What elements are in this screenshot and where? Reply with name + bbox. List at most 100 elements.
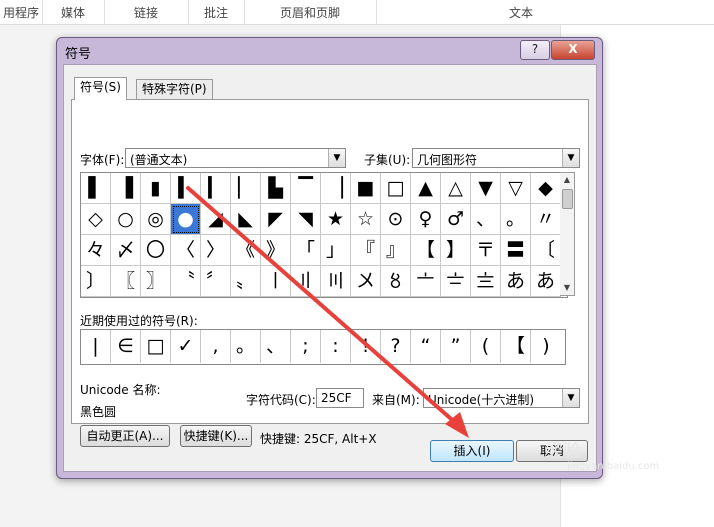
symbol-cell[interactable]: 『	[351, 235, 381, 266]
symbol-cell[interactable]: 《	[231, 235, 261, 266]
font-dropdown-icon[interactable]: ▼	[328, 149, 345, 167]
recent-symbol-cell[interactable]: )	[531, 330, 561, 363]
ribbon-group-text[interactable]: 文本	[376, 0, 666, 24]
symbol-cell[interactable]: 〖	[111, 266, 141, 297]
symbol-cell[interactable]: ▐	[111, 173, 141, 204]
symbol-cell[interactable]: 。	[501, 204, 531, 235]
recent-symbol-cell[interactable]: 【	[501, 330, 531, 363]
symbol-cell[interactable]: ●	[171, 204, 201, 235]
recent-symbol-cell[interactable]: ,	[201, 330, 231, 363]
symbol-cell[interactable]: 〧	[441, 266, 471, 297]
symbol-cell[interactable]: 〦	[411, 266, 441, 297]
symbol-grid-scrollbar[interactable]: ▲ ▼	[560, 172, 575, 296]
symbol-cell[interactable]: 】	[441, 235, 471, 266]
symbol-cell[interactable]: ◇	[81, 204, 111, 235]
symbol-cell[interactable]: △	[441, 173, 471, 204]
symbol-cell[interactable]: あ	[531, 266, 561, 297]
ribbon-group-links[interactable]: 链接	[104, 0, 189, 24]
symbol-cell[interactable]: 、	[471, 204, 501, 235]
recent-symbol-cell[interactable]: ”	[441, 330, 471, 363]
symbol-cell[interactable]: ◆	[531, 173, 561, 204]
symbol-cell[interactable]: 〥	[381, 266, 411, 297]
insert-button[interactable]: 插入(I)	[430, 440, 514, 462]
symbol-cell[interactable]: 〣	[321, 266, 351, 297]
symbol-cell[interactable]: 」	[321, 235, 351, 266]
subset-dropdown-icon[interactable]: ▼	[562, 149, 579, 167]
subset-select[interactable]: 几何图形符 ▼	[412, 148, 580, 168]
symbol-cell[interactable]: ◥	[291, 204, 321, 235]
symbol-cell[interactable]: ▌	[81, 173, 111, 204]
symbol-cell[interactable]: 〆	[111, 235, 141, 266]
symbol-cell[interactable]: 〡	[261, 266, 291, 297]
symbol-cell[interactable]: あ	[501, 266, 531, 297]
symbol-cell[interactable]: ▔	[291, 173, 321, 204]
recent-symbol-cell[interactable]: ✓	[171, 330, 201, 363]
ribbon-group-comments[interactable]: 批注	[188, 0, 245, 24]
symbol-cell[interactable]: ○	[111, 204, 141, 235]
recent-symbol-cell[interactable]: ?	[381, 330, 411, 363]
recent-symbol-cell[interactable]: |	[81, 330, 111, 363]
from-select[interactable]: Unicode(十六进制) ▼	[423, 388, 580, 408]
symbol-cell[interactable]: ◤	[261, 204, 291, 235]
symbol-cell[interactable]: ▕	[321, 173, 351, 204]
close-button[interactable]: X	[551, 40, 595, 60]
char-code-input[interactable]: 25CF	[316, 388, 364, 408]
recent-symbol-cell[interactable]: :	[321, 330, 351, 363]
symbol-cell[interactable]: ★	[321, 204, 351, 235]
symbol-cell[interactable]: ▲	[411, 173, 441, 204]
symbol-cell[interactable]: 〇	[141, 235, 171, 266]
scroll-thumb[interactable]	[562, 189, 573, 209]
recent-symbol-cell[interactable]: 、	[261, 330, 291, 363]
font-select[interactable]: (普通文本) ▼	[125, 148, 346, 168]
symbol-cell[interactable]: ▽	[501, 173, 531, 204]
scroll-up-icon[interactable]: ▲	[560, 173, 574, 187]
symbol-cell[interactable]: 》	[261, 235, 291, 266]
symbol-cell[interactable]: 〈	[171, 235, 201, 266]
recent-symbol-cell[interactable]: □	[141, 330, 171, 363]
symbol-cell[interactable]: 〨	[471, 266, 501, 297]
autocorrect-button[interactable]: 自动更正(A)...	[80, 425, 170, 447]
symbol-cell[interactable]: 〝	[171, 266, 201, 297]
symbol-cell[interactable]: ◢	[201, 204, 231, 235]
symbol-cell[interactable]: 〓	[501, 235, 531, 266]
from-dropdown-icon[interactable]: ▼	[562, 389, 579, 407]
symbol-cell[interactable]: ▍	[171, 173, 201, 204]
recent-symbol-cell[interactable]: !	[351, 330, 381, 363]
symbol-cell[interactable]: ◎	[141, 204, 171, 235]
symbol-cell[interactable]: 〕	[81, 266, 111, 297]
symbol-cell[interactable]: 【	[411, 235, 441, 266]
symbol-cell[interactable]: ♂	[441, 204, 471, 235]
ribbon-group-apps[interactable]: 用程序	[0, 0, 43, 24]
symbol-cell[interactable]: ▮	[141, 173, 171, 204]
symbol-cell[interactable]: 々	[81, 235, 111, 266]
symbol-cell[interactable]: ⊙	[381, 204, 411, 235]
symbol-cell[interactable]: 〞	[201, 266, 231, 297]
symbol-cell[interactable]: 〉	[201, 235, 231, 266]
symbol-cell[interactable]: ▙	[261, 173, 291, 204]
symbol-cell[interactable]: 「	[291, 235, 321, 266]
recent-symbol-cell[interactable]: ∈	[111, 330, 141, 363]
symbol-cell[interactable]: □	[381, 173, 411, 204]
symbol-cell[interactable]: 〢	[291, 266, 321, 297]
recent-symbol-cell[interactable]: (	[471, 330, 501, 363]
ribbon-group-media[interactable]: 媒体	[42, 0, 105, 24]
symbol-cell[interactable]: ▏	[231, 173, 261, 204]
symbol-cell[interactable]: ◣	[231, 204, 261, 235]
symbol-cell[interactable]: ■	[351, 173, 381, 204]
recent-symbol-cell[interactable]: “	[411, 330, 441, 363]
scroll-down-icon[interactable]: ▼	[560, 281, 574, 295]
symbol-cell[interactable]: 』	[381, 235, 411, 266]
symbol-cell[interactable]: ♀	[411, 204, 441, 235]
recent-symbol-cell[interactable]: 。	[231, 330, 261, 363]
recent-symbol-cell[interactable]: ;	[291, 330, 321, 363]
symbol-cell[interactable]: 〗	[141, 266, 171, 297]
shortcut-key-button[interactable]: 快捷键(K)...	[180, 425, 252, 447]
tab-symbols[interactable]: 符号(S)	[74, 77, 127, 100]
ribbon-group-header-footer[interactable]: 页眉和页脚	[244, 0, 377, 24]
help-button[interactable]: ?	[520, 40, 550, 60]
symbol-cell[interactable]: ▼	[471, 173, 501, 204]
symbol-cell[interactable]: 〔	[531, 235, 561, 266]
tab-special-characters[interactable]: 特殊字符(P)	[136, 79, 213, 99]
symbol-cell[interactable]: 〟	[231, 266, 261, 297]
symbol-cell[interactable]: 〃	[531, 204, 561, 235]
